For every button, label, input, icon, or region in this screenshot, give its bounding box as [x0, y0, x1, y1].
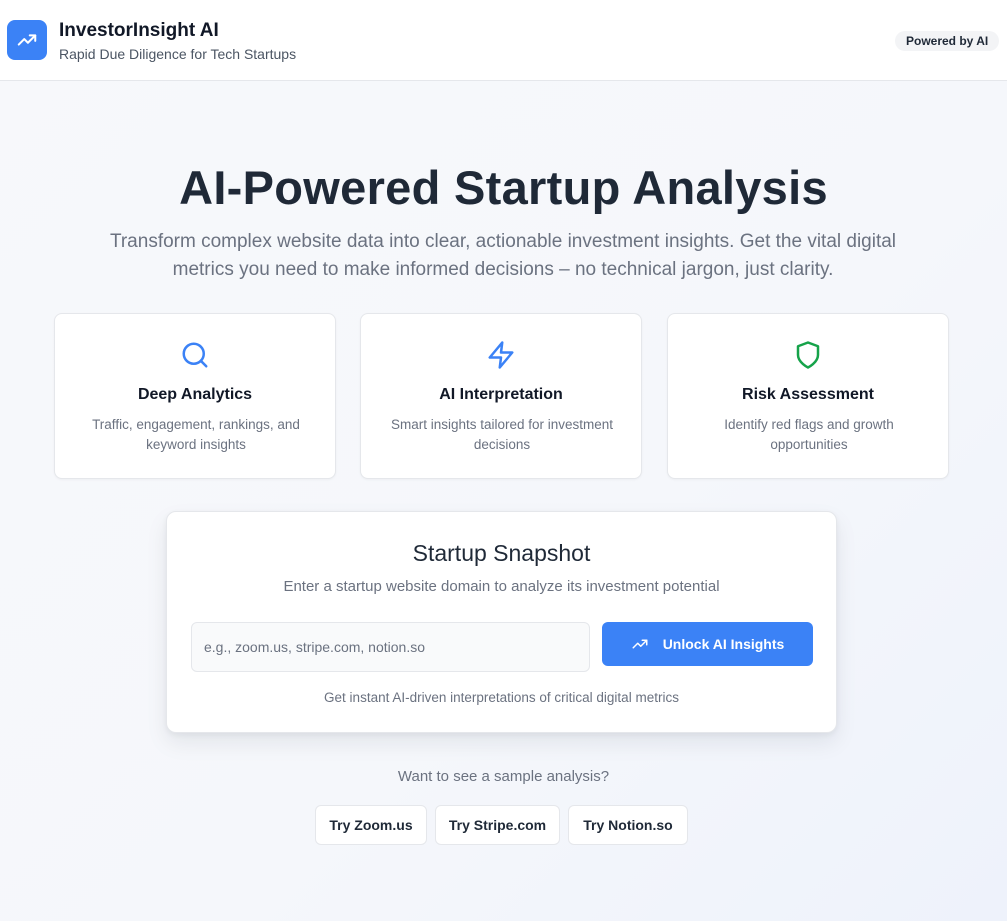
hero-title: AI-Powered Startup Analysis [179, 161, 828, 214]
domain-input[interactable] [191, 622, 590, 672]
snapshot-hint: Get instant AI-driven interpretations of… [324, 690, 679, 705]
search-icon [55, 340, 335, 370]
feature-description: Smart insights tailored for investment d… [390, 417, 614, 452]
unlock-ai-insights-button[interactable]: Unlock AI Insights [602, 622, 813, 666]
feature-card-ai-interpretation: AI Interpretation Smart insights tailore… [360, 313, 642, 479]
feature-title: Risk Assessment [742, 386, 874, 403]
unlock-button-label: Unlock AI Insights [662, 636, 785, 652]
feature-description: Traffic, engagement, rankings, and keywo… [92, 417, 300, 452]
feature-card-deep-analytics: Deep Analytics Traffic, engagement, rank… [54, 313, 336, 479]
app-header: InvestorInsight AI Rapid Due Diligence f… [0, 0, 1007, 81]
try-zoom-button[interactable]: Try Zoom.us [315, 805, 427, 845]
sample-analysis-prompt: Want to see a sample analysis? [397, 768, 610, 785]
app-title: InvestorInsight AI [59, 20, 219, 41]
startup-snapshot-card: Startup Snapshot Enter a startup website… [166, 511, 837, 733]
trending-up-logo-icon [7, 20, 47, 60]
lightning-icon [361, 340, 641, 370]
snapshot-subtitle: Enter a startup website domain to analyz… [283, 578, 720, 595]
powered-by-badge: Powered by AI [895, 31, 1000, 51]
feature-title: AI Interpretation [439, 386, 563, 403]
trending-up-icon [631, 635, 649, 653]
try-notion-button[interactable]: Try Notion.so [568, 805, 688, 845]
hero-subtitle: Transform complex website data into clea… [109, 231, 897, 280]
feature-card-risk-assessment: Risk Assessment Identify red flags and g… [667, 313, 949, 479]
try-stripe-button[interactable]: Try Stripe.com [435, 805, 560, 845]
feature-description: Identify red flags and growth opportunit… [724, 417, 894, 452]
app-subtitle: Rapid Due Diligence for Tech Startups [59, 46, 297, 62]
shield-icon [668, 340, 948, 370]
feature-title: Deep Analytics [137, 386, 253, 403]
snapshot-title: Startup Snapshot [412, 540, 591, 566]
